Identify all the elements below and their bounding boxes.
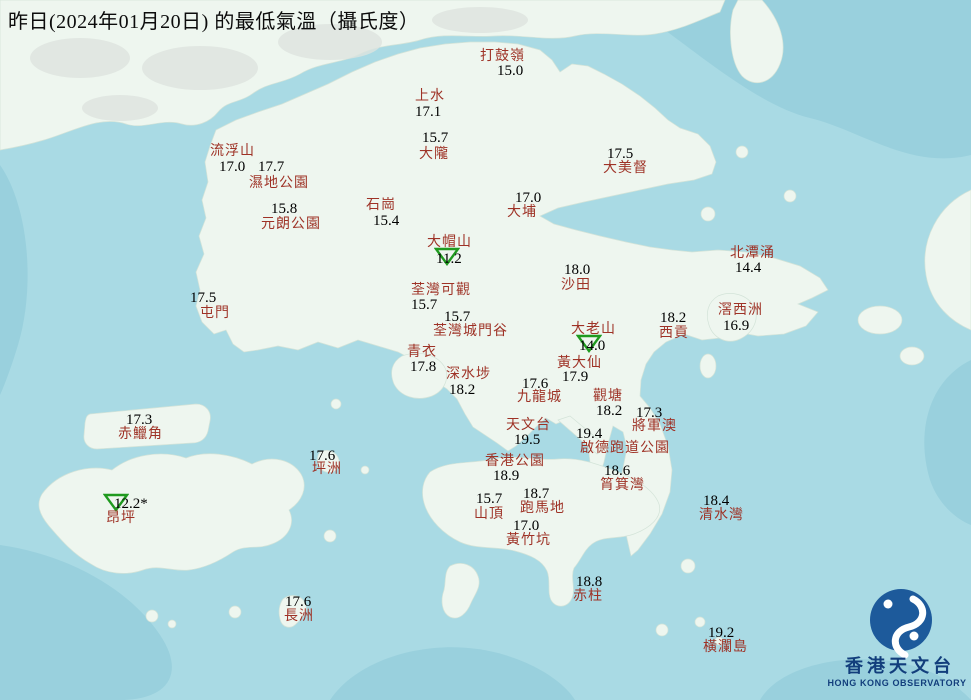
station-temp-value: 18.9 [493, 468, 520, 484]
station-name-label: 大美督 [603, 161, 648, 176]
hko-logo-icon [870, 589, 932, 659]
station-temp-value: 18.0 [564, 262, 591, 278]
station-name-label: 觀塘 [593, 389, 623, 404]
hko-logo-name-en: HONG KONG OBSERVATORY [827, 678, 967, 688]
station-name-label: 坪洲 [312, 462, 342, 477]
station-temp-value: 15.7 [422, 130, 449, 146]
station-name-label: 昂坪 [106, 511, 136, 526]
station-name-label: 青衣 [407, 345, 437, 360]
station-temp-value: 12.2* [114, 496, 148, 512]
station-temp-value: 15.7 [444, 309, 471, 325]
station-temp-value: 19.5 [514, 432, 541, 448]
station-temp-value: 17.5 [190, 290, 217, 306]
station-name-label: 大老山 [571, 322, 616, 337]
station-name-label: 濕地公園 [249, 176, 309, 191]
station-temp-value: 17.3 [126, 412, 153, 428]
station-name-label: 將軍澳 [632, 419, 677, 434]
hko-logo-name-zh: 香港天文台 [845, 656, 955, 676]
station-name-label: 赤柱 [573, 589, 603, 604]
station-name-label: 上水 [415, 89, 445, 104]
station-temp-value: 18.7 [523, 486, 550, 502]
station-temp-value: 19.2 [708, 625, 735, 641]
station-temp-value: 18.6 [604, 463, 631, 479]
station-name-label: 香港公園 [485, 454, 545, 469]
station-name-label: 北潭涌 [730, 246, 775, 261]
station-temp-value: 17.9 [562, 369, 589, 385]
station-name-label: 石崗 [366, 198, 396, 213]
station-name-label: 荃灣可觀 [411, 283, 471, 298]
station-temp-value: 18.2 [660, 310, 687, 326]
station-name-label: 長洲 [284, 609, 314, 624]
station-temp-value: 17.0 [515, 190, 542, 206]
station-temp-value: 18.4 [703, 493, 730, 509]
station-name-label: 大隴 [419, 147, 449, 162]
station-name-label: 大帽山 [427, 235, 472, 250]
station-name-label: 屯門 [200, 306, 230, 321]
station-temp-value: 15.7 [411, 297, 438, 313]
station-temp-value: 17.6 [285, 594, 312, 610]
station-name-label: 黃大仙 [557, 356, 602, 371]
station-name-label: 滘西洲 [718, 303, 763, 318]
station-name-label: 元朗公園 [261, 217, 321, 232]
station-name-label: 天文台 [506, 418, 551, 433]
station-temp-value: 19.4 [576, 426, 603, 442]
logo-dot [883, 599, 893, 609]
station-name-label: 跑馬地 [520, 501, 565, 516]
station-name-label: 筲箕灣 [600, 478, 645, 493]
station-name-label: 打鼓嶺 [480, 49, 525, 64]
station-temp-value: 18.8 [576, 574, 603, 590]
station-temp-value: 15.7 [476, 491, 503, 507]
station-temp-value: 14.4 [735, 260, 762, 276]
station-temp-value: 16.9 [723, 318, 750, 334]
station-temp-value: 14.0 [579, 338, 606, 354]
station-name-label: 清水灣 [699, 508, 744, 523]
station-name-label: 大埔 [507, 205, 537, 220]
station-temp-value: 15.4 [373, 213, 400, 229]
logo-dot [909, 631, 919, 641]
station-name-label: 深水埗 [446, 367, 491, 382]
station-temp-value: 15.0 [497, 63, 524, 79]
station-temp-value: 17.0 [513, 518, 540, 534]
station-temp-value: 17.5 [607, 146, 634, 162]
station-name-label: 黃竹坑 [506, 533, 551, 548]
station-name-label: 九龍城 [517, 390, 562, 405]
station-name-label: 沙田 [561, 278, 591, 293]
station-name-label: 山頂 [474, 507, 504, 522]
station-temp-value: 17.0 [219, 159, 246, 175]
station-name-label: 啟德跑道公園 [580, 441, 670, 456]
station-name-label: 荃灣城門谷 [433, 324, 508, 339]
station-name-label: 流浮山 [210, 144, 255, 159]
station-temp-value: 18.2 [596, 403, 623, 419]
station-name-label: 西貢 [659, 326, 689, 341]
station-temp-value: 17.7 [258, 159, 285, 175]
station-temp-value: 17.1 [415, 104, 442, 120]
station-temp-value: 15.8 [271, 201, 298, 217]
station-temp-value: 11.2 [436, 251, 462, 267]
station-name-label: 赤鱲角 [118, 427, 163, 442]
station-temp-value: 17.8 [410, 359, 437, 375]
station-name-label: 橫瀾島 [703, 640, 748, 655]
station-temp-value: 18.2 [449, 382, 476, 398]
